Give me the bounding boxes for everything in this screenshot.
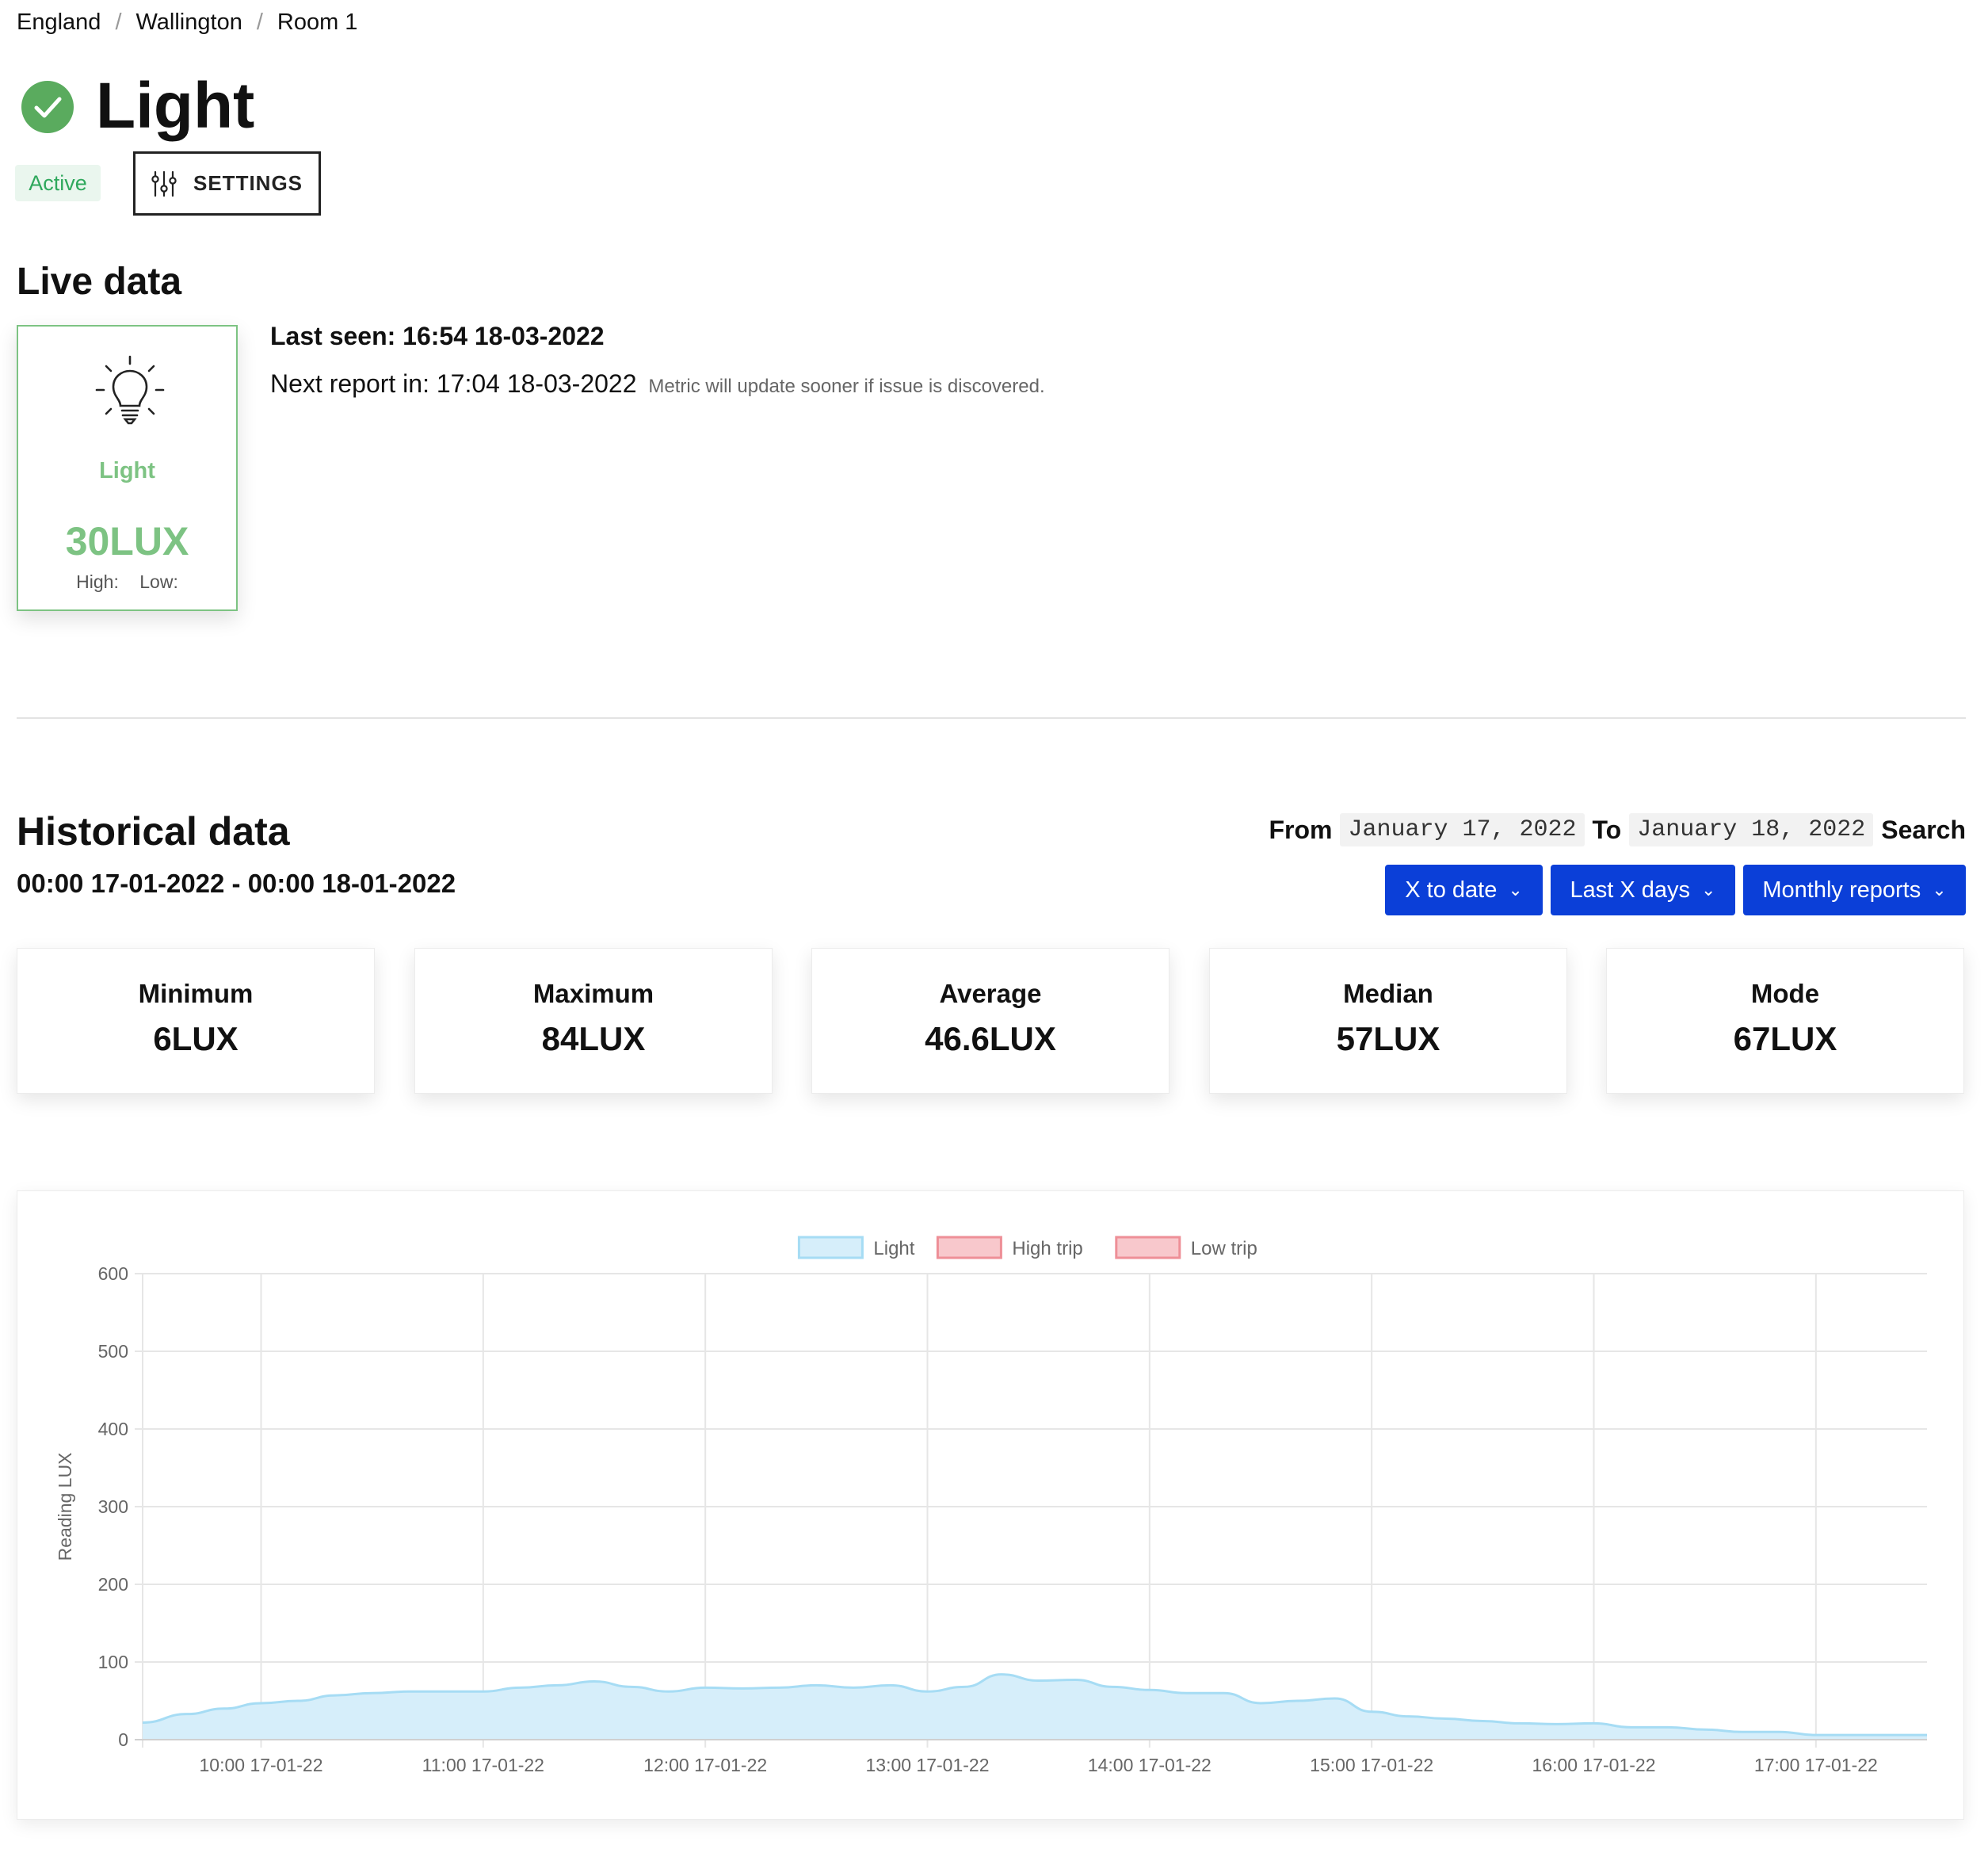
status-badge: Active [15, 165, 101, 201]
legend-swatch [1115, 1236, 1181, 1259]
from-label: From [1269, 815, 1333, 844]
chart-card: 0 100 200 300 400 500 600 10:00 17-01-22 11:00 1… [17, 1190, 1964, 1820]
legend-label: Low trip [1191, 1238, 1257, 1259]
x-tick-label: 12:00 17-01-22 [643, 1755, 767, 1775]
monthly-reports-dropdown[interactable]: Monthly reports ⌄ [1743, 865, 1966, 915]
x-tick-label: 10:00 17-01-22 [200, 1755, 323, 1775]
y-tick-label: 300 [98, 1496, 128, 1517]
breadcrumb-room[interactable]: Room 1 [277, 10, 358, 36]
page-title: Light [96, 70, 255, 142]
sliders-icon [151, 170, 177, 197]
legend-swatch [936, 1236, 1002, 1259]
settings-button[interactable]: SETTINGS [133, 151, 321, 216]
x-tick-label: 13:00 17-01-22 [865, 1755, 989, 1775]
stat-label: Mode [1750, 979, 1820, 1008]
sensor-high-label: High: [76, 571, 119, 592]
stat-value: 67LUX [1733, 1020, 1837, 1057]
historical-data-heading: Historical data [17, 809, 290, 854]
sensor-value: 30LUX [65, 519, 189, 564]
stat-label: Minimum [138, 979, 254, 1008]
stat-value: 46.6LUX [925, 1020, 1056, 1057]
stat-card-maximum: Maximum 84LUX [414, 948, 773, 1094]
stat-card-minimum: Minimum 6LUX [17, 948, 375, 1094]
date-filter: From January 17, 2022 To January 18, 202… [1269, 813, 1966, 846]
stat-value: 6LUX [153, 1020, 238, 1057]
live-data-heading: Live data [17, 261, 182, 303]
chevron-down-icon: ⌄ [1508, 880, 1523, 900]
next-report-time: Next report in: 17:04 18-03-2022 [270, 369, 637, 398]
breadcrumb-separator: / [256, 10, 263, 35]
y-tick-label: 400 [98, 1419, 128, 1439]
last-x-days-dropdown[interactable]: Last X days ⌄ [1551, 865, 1735, 915]
y-tick-label: 500 [98, 1341, 128, 1362]
y-tick-label: 0 [118, 1729, 128, 1750]
chevron-down-icon: ⌄ [1701, 880, 1716, 900]
settings-label: SETTINGS [193, 171, 303, 195]
divider [17, 717, 1966, 719]
stat-value: 84LUX [541, 1020, 646, 1057]
next-report-text: Next report in: 17:04 18-03-2022 Metric … [270, 369, 1045, 399]
page: England / Wallington / Room 1 Light Acti… [0, 0, 1988, 1853]
x-tick-label: 14:00 17-01-22 [1088, 1755, 1211, 1775]
stat-card-median: Median 57LUX [1209, 948, 1567, 1094]
date-range-text: 00:00 17-01-2022 - 00:00 18-01-2022 [17, 869, 456, 898]
legend-label: Light [873, 1238, 914, 1259]
sensor-card[interactable]: Light 30LUX High: Low: [17, 325, 238, 611]
monthly-reports-label: Monthly reports [1762, 877, 1921, 903]
last-x-days-label: Last X days [1570, 877, 1691, 903]
breadcrumb: England / Wallington / Room 1 [17, 10, 357, 36]
y-axis-title: Reading LUX [55, 1453, 75, 1561]
breadcrumb-england[interactable]: England [17, 10, 101, 36]
to-date-input[interactable]: January 18, 2022 [1629, 813, 1874, 846]
x-tick-label: 16:00 17-01-22 [1532, 1755, 1655, 1775]
search-button[interactable]: Search [1881, 816, 1966, 845]
sensor-low-label: Low: [139, 571, 178, 592]
breadcrumb-wallington[interactable]: Wallington [136, 10, 242, 36]
legend-label: High trip [1012, 1238, 1082, 1259]
y-tick-label: 200 [98, 1574, 128, 1595]
stat-card-mode: Mode 67LUX [1606, 948, 1964, 1094]
to-label: To [1592, 815, 1622, 844]
stat-label: Average [939, 979, 1042, 1008]
sensor-name: Light [99, 458, 155, 483]
from-date-input[interactable]: January 17, 2022 [1340, 813, 1585, 846]
light-chart[interactable]: 0 100 200 300 400 500 600 10:00 17-01-22 11:00 1… [17, 1191, 1963, 1819]
breadcrumb-separator: / [115, 10, 122, 35]
y-tick-label: 600 [98, 1263, 128, 1284]
y-tick-label: 100 [98, 1652, 128, 1672]
x-tick-label: 15:00 17-01-22 [1310, 1755, 1433, 1775]
x-to-date-dropdown[interactable]: X to date ⌄ [1385, 865, 1543, 915]
stat-label: Median [1343, 979, 1433, 1008]
x-tick-label: 17:00 17-01-22 [1754, 1755, 1878, 1775]
stat-label: Maximum [532, 979, 654, 1008]
last-seen-text: Last seen: 16:54 18-03-2022 [270, 322, 605, 350]
x-to-date-label: X to date [1405, 877, 1498, 903]
stat-card-average: Average 46.6LUX [811, 948, 1170, 1094]
x-tick-label: 11:00 17-01-22 [422, 1755, 544, 1775]
sensor-high-low: High: Low: [18, 571, 236, 593]
next-report-note: Metric will update sooner if issue is di… [648, 376, 1045, 397]
report-buttons: X to date ⌄ Last X days ⌄ Monthly report… [1385, 865, 1966, 915]
lightbulb-icon [95, 355, 165, 425]
stat-value: 57LUX [1336, 1020, 1440, 1057]
chevron-down-icon: ⌄ [1932, 880, 1947, 900]
series-area-light [143, 1674, 1927, 1740]
legend-swatch [797, 1236, 864, 1259]
check-circle-icon [21, 81, 74, 133]
